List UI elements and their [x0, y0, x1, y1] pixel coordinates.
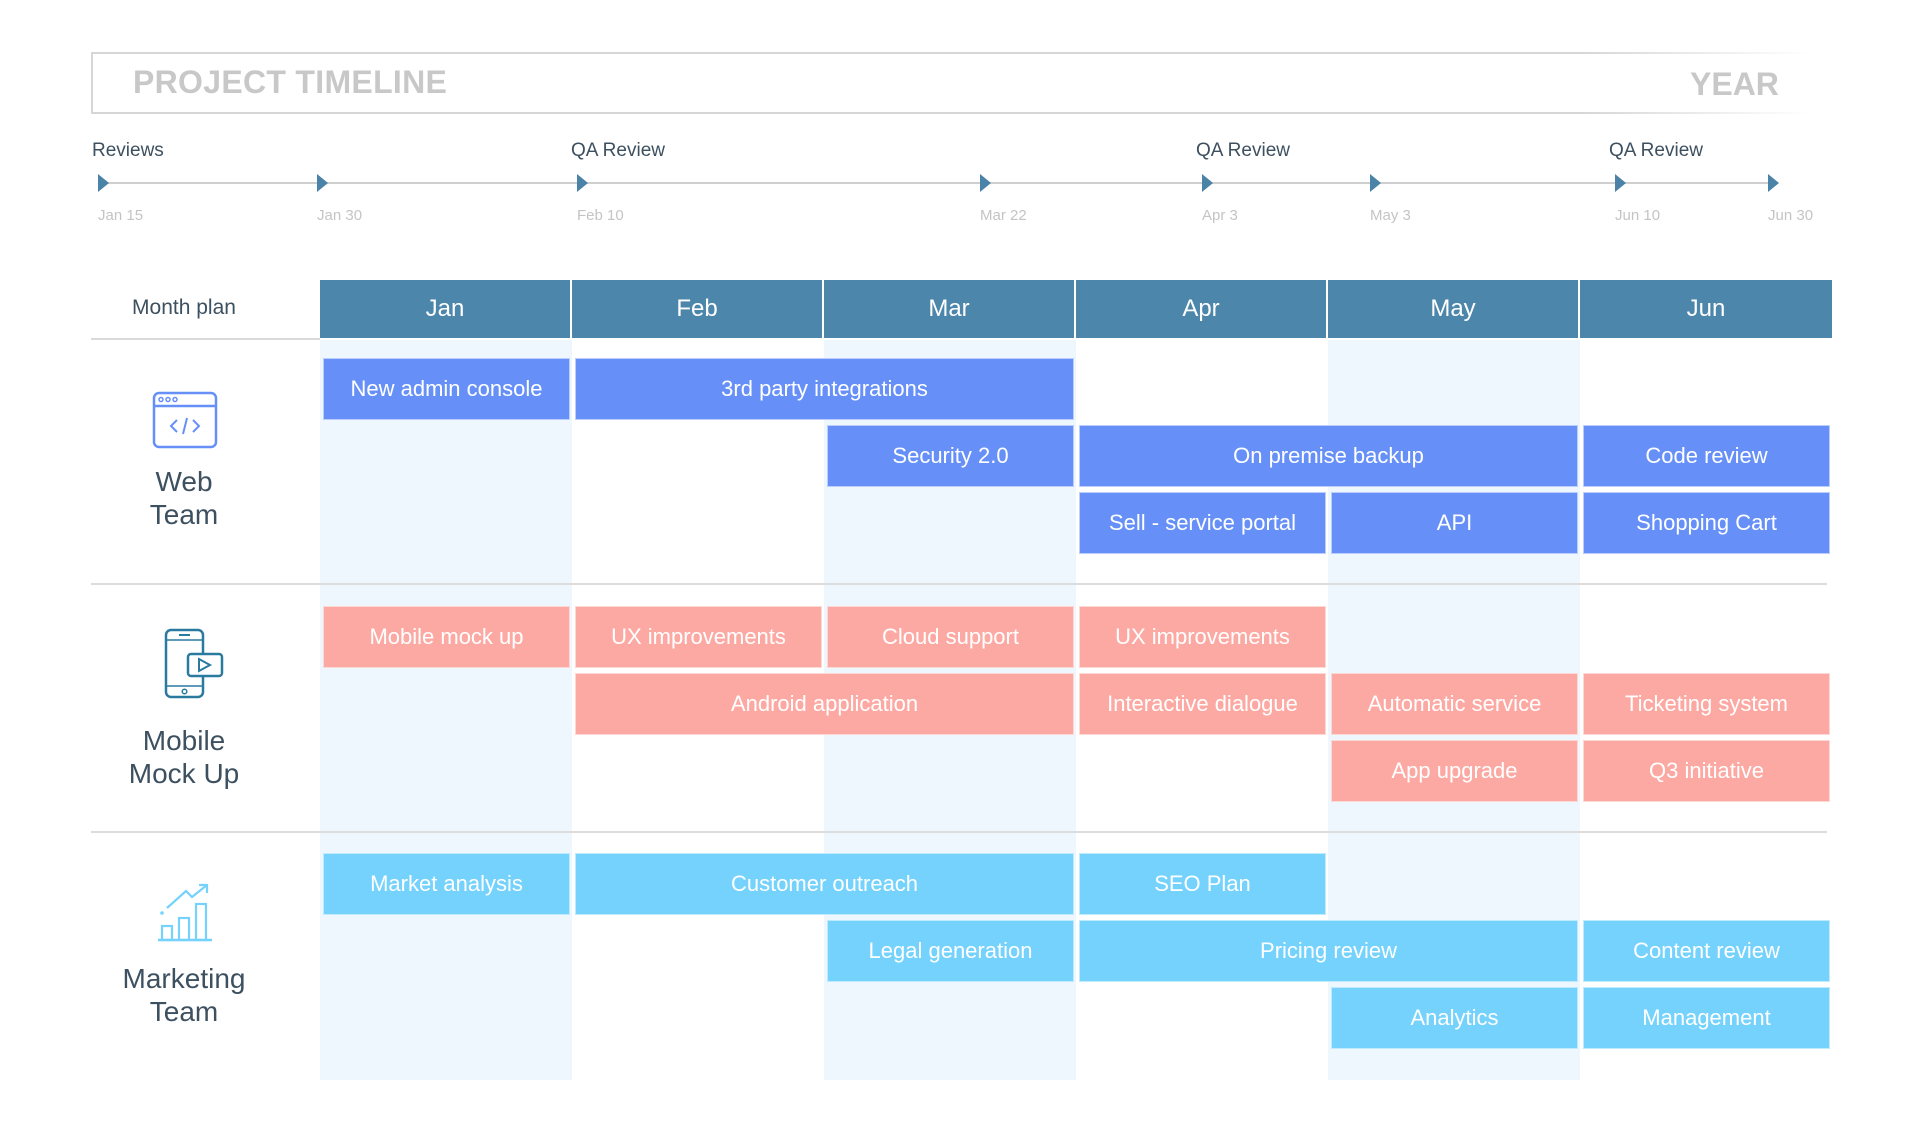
milestone-date: Jun 30: [1768, 207, 1814, 224]
period-label: YEAR: [1690, 66, 1779, 102]
team-name-line2: Team: [149, 996, 219, 1027]
task-bar[interactable]: Analytics: [1331, 987, 1578, 1049]
task-bar[interactable]: Cloud support: [827, 606, 1074, 668]
milestone-date: Jun 10: [1615, 207, 1661, 224]
month-header-feb: Feb: [572, 280, 824, 338]
task-bar[interactable]: Android application: [575, 673, 1074, 735]
team-name: Mobile Mock Up: [91, 724, 277, 790]
team-name-line2: Team: [149, 499, 219, 530]
task-bar[interactable]: On premise backup: [1079, 425, 1578, 487]
task-bar[interactable]: Security 2.0: [827, 425, 1074, 487]
milestone-date: Mar 22: [980, 207, 1027, 224]
task-bar[interactable]: 3rd party integrations: [575, 358, 1074, 420]
task-bar[interactable]: Legal generation: [827, 920, 1074, 982]
team-name-line1: Web: [155, 466, 213, 497]
month-header-apr: Apr: [1076, 280, 1328, 338]
team-name-line1: Mobile: [142, 725, 226, 756]
month-plan-label: Month plan: [132, 296, 236, 319]
header-divider: [91, 338, 320, 340]
task-bar[interactable]: Q3 initiative: [1583, 740, 1830, 802]
task-bar[interactable]: Sell - service portal: [1079, 492, 1326, 554]
milestone-marker-icon: [98, 174, 109, 192]
section-divider: [91, 831, 1827, 833]
task-bar[interactable]: Shopping Cart: [1583, 492, 1830, 554]
milestone-label: Reviews: [92, 140, 164, 161]
team-name-line1: Marketing: [122, 963, 246, 994]
milestone-marker-icon: [1370, 174, 1381, 192]
milestone-label: QA Review: [1609, 140, 1703, 161]
month-header-jan: Jan: [320, 280, 572, 338]
milestone-date: Jan 15: [98, 207, 144, 224]
task-bar[interactable]: Management: [1583, 987, 1830, 1049]
milestone-date: Feb 10: [577, 207, 624, 224]
timeline-line: [98, 182, 1774, 184]
milestone-marker-icon: [1615, 174, 1626, 192]
mobile-video-icon: [164, 628, 224, 699]
task-bar[interactable]: SEO Plan: [1079, 853, 1326, 915]
milestone-marker-icon: [317, 174, 328, 192]
task-bar[interactable]: Pricing review: [1079, 920, 1578, 982]
task-bar[interactable]: Interactive dialogue: [1079, 673, 1326, 735]
milestone-marker-icon: [980, 174, 991, 192]
milestone-marker-icon: [1202, 174, 1213, 192]
milestone-label: QA Review: [1196, 140, 1290, 161]
task-bar[interactable]: Customer outreach: [575, 853, 1074, 915]
task-bar[interactable]: New admin console: [323, 358, 570, 420]
task-bar[interactable]: Code review: [1583, 425, 1830, 487]
milestone-label: QA Review: [571, 140, 665, 161]
task-bar[interactable]: API: [1331, 492, 1578, 554]
growth-chart-icon: [158, 883, 212, 942]
task-bar[interactable]: Automatic service: [1331, 673, 1578, 735]
page-title: PROJECT TIMELINE: [133, 64, 448, 100]
browser-code-icon: [152, 391, 218, 449]
task-bar[interactable]: Ticketing system: [1583, 673, 1830, 735]
task-bar[interactable]: UX improvements: [1079, 606, 1326, 668]
team-name: Web Team: [91, 465, 277, 531]
month-header-mar: Mar: [824, 280, 1076, 338]
task-bar[interactable]: Mobile mock up: [323, 606, 570, 668]
team-name: Marketing Team: [91, 962, 277, 1028]
task-bar[interactable]: Content review: [1583, 920, 1830, 982]
task-bar[interactable]: UX improvements: [575, 606, 822, 668]
section-divider: [91, 583, 1827, 585]
milestone-date: May 3: [1370, 207, 1411, 224]
task-bar[interactable]: App upgrade: [1331, 740, 1578, 802]
month-header-may: May: [1328, 280, 1580, 338]
column-shade-jan: [320, 340, 572, 1080]
milestone-date: Apr 3: [1202, 207, 1238, 224]
task-bar[interactable]: Market analysis: [323, 853, 570, 915]
team-name-line2: Mock Up: [128, 758, 240, 789]
month-header-jun: Jun: [1580, 280, 1832, 338]
milestone-marker-icon: [1768, 174, 1779, 192]
milestone-date: Jan 30: [317, 207, 363, 224]
milestone-marker-icon: [577, 174, 588, 192]
